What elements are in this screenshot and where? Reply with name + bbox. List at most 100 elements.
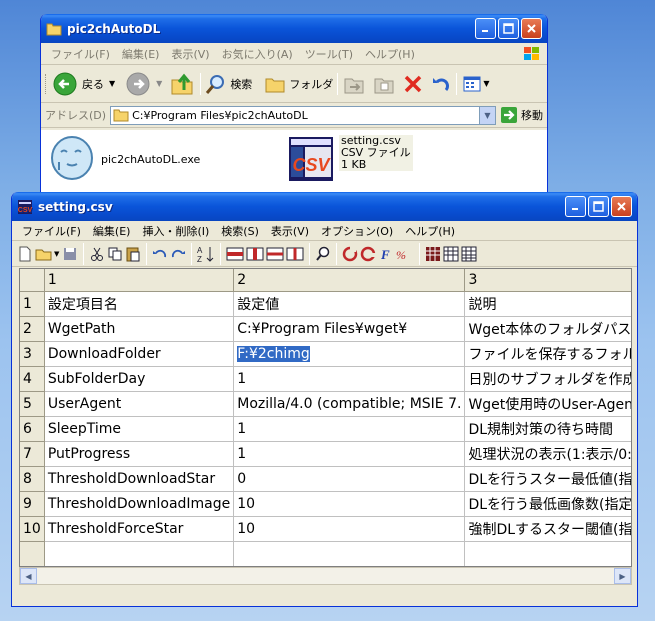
row-header[interactable]: 5 xyxy=(20,391,45,417)
table-cell[interactable]: 10 xyxy=(233,516,466,542)
table-cell[interactable]: 処理状況の表示(1:表示/0:非表示) xyxy=(464,441,631,467)
table-lines-icon[interactable] xyxy=(460,245,478,263)
table-cell[interactable]: Wget本体のフォルダパス xyxy=(464,316,631,342)
go-button[interactable]: 移動 xyxy=(500,106,543,124)
delete-icon[interactable] xyxy=(402,73,424,95)
open-folder-icon[interactable] xyxy=(34,245,54,263)
menu-edit[interactable]: 編集(E) xyxy=(116,46,166,62)
formula-icon[interactable]: % xyxy=(395,245,415,263)
copy-icon[interactable] xyxy=(106,245,124,263)
reload-icon[interactable] xyxy=(359,245,377,263)
table-cell[interactable]: 設定項目名 xyxy=(44,291,235,317)
delete-row-icon[interactable] xyxy=(265,245,285,263)
editor-title-bar[interactable]: CSV setting.csv xyxy=(12,192,637,221)
horizontal-scrollbar[interactable]: ◀ ▶ xyxy=(19,567,632,585)
undo-icon[interactable] xyxy=(430,73,452,95)
scroll-right-icon[interactable]: ▶ xyxy=(614,568,631,584)
new-file-icon[interactable] xyxy=(16,245,34,263)
row-header[interactable]: 1 xyxy=(20,291,45,317)
table-cell[interactable]: Wget使用時のUser-Agent xyxy=(464,391,631,417)
menu-favorites[interactable]: お気に入り(A) xyxy=(216,46,299,62)
menu-help[interactable]: ヘルプ(H) xyxy=(399,223,461,239)
table-cell[interactable]: 1 xyxy=(233,366,466,392)
menu-search[interactable]: 検索(S) xyxy=(215,223,265,239)
table-cell[interactable]: Mozilla/4.0 (compatible; MSIE 7. xyxy=(233,391,466,417)
menu-insert-delete[interactable]: 挿入・削除(I) xyxy=(136,223,215,239)
table-cell[interactable]: 1 xyxy=(233,416,466,442)
undo-icon[interactable] xyxy=(151,245,169,263)
menu-tools[interactable]: ツール(T) xyxy=(299,46,359,62)
table-cell[interactable]: DL規制対策の待ち時間 xyxy=(464,416,631,442)
redo-icon[interactable] xyxy=(169,245,187,263)
table-cell[interactable]: DLを行うスター最低値(指定値未満のスレ xyxy=(464,466,631,492)
table-cell[interactable]: 1 xyxy=(233,441,466,467)
row-header[interactable]: 8 xyxy=(20,466,45,492)
table-cell[interactable]: DownloadFolder xyxy=(44,341,235,367)
save-icon[interactable] xyxy=(61,245,79,263)
column-header[interactable]: 3 xyxy=(464,269,631,292)
grid-icon[interactable] xyxy=(424,245,442,263)
row-header[interactable]: 7 xyxy=(20,441,45,467)
csv-grid[interactable]: 1 2 3 1 設定項目名 設定値 説明 2 WgetPath C:¥Progr… xyxy=(19,268,632,567)
up-folder-button[interactable] xyxy=(170,72,196,96)
table-cell[interactable] xyxy=(464,541,631,566)
selected-cell[interactable]: F:¥2chimg xyxy=(233,341,466,367)
folders-button[interactable]: フォルダ xyxy=(264,74,333,94)
menu-view[interactable]: 表示(V) xyxy=(265,223,315,239)
table-cell[interactable]: UserAgent xyxy=(44,391,235,417)
table-cell[interactable]: PutProgress xyxy=(44,441,235,467)
copy-to-icon[interactable] xyxy=(372,73,396,95)
menu-options[interactable]: オプション(O) xyxy=(315,223,399,239)
address-input[interactable]: C:¥Program Files¥pic2chAutoDL ▼ xyxy=(110,105,496,125)
address-dropdown-button[interactable]: ▼ xyxy=(479,106,495,124)
close-button[interactable] xyxy=(521,18,542,39)
back-button[interactable]: 戻る ▼ xyxy=(52,71,115,97)
find-icon[interactable] xyxy=(314,245,332,263)
chevron-down-icon[interactable]: ▼ xyxy=(483,79,489,88)
table-view-icon[interactable] xyxy=(442,245,460,263)
table-cell[interactable] xyxy=(44,541,235,566)
column-header[interactable]: 2 xyxy=(233,269,466,292)
table-cell[interactable]: 設定値 xyxy=(233,291,466,317)
table-cell[interactable]: 強制DLするスター閾値(指定値以上のスレ xyxy=(464,516,631,542)
table-cell[interactable]: DLを行う最低画像数(指定値未満のスレは xyxy=(464,491,631,517)
menu-help[interactable]: ヘルプ(H) xyxy=(359,46,421,62)
cut-icon[interactable] xyxy=(88,245,106,263)
row-header[interactable]: 3 xyxy=(20,341,45,367)
table-cell[interactable]: 0 xyxy=(233,466,466,492)
close-button[interactable] xyxy=(611,196,632,217)
corner-cell[interactable] xyxy=(20,269,45,292)
table-cell[interactable]: 説明 xyxy=(464,291,631,317)
sort-ascending-icon[interactable]: AZ xyxy=(196,244,216,264)
minimize-button[interactable] xyxy=(565,196,586,217)
table-cell[interactable]: ThresholdDownloadStar xyxy=(44,466,235,492)
function-icon[interactable]: F xyxy=(377,245,395,263)
chevron-down-icon[interactable]: ▼ xyxy=(54,250,59,258)
search-button[interactable]: 検索 xyxy=(205,73,252,95)
menu-edit[interactable]: 編集(E) xyxy=(87,223,137,239)
move-to-icon[interactable] xyxy=(342,73,366,95)
row-header[interactable]: 6 xyxy=(20,416,45,442)
table-cell[interactable]: C:¥Program Files¥wget¥ xyxy=(233,316,466,342)
table-cell[interactable] xyxy=(233,541,466,566)
table-cell[interactable]: ThresholdDownloadImage xyxy=(44,491,235,517)
row-header[interactable]: 9 xyxy=(20,491,45,517)
row-header[interactable]: 10 xyxy=(20,516,45,542)
row-header[interactable]: 2 xyxy=(20,316,45,342)
table-cell[interactable]: SubFolderDay xyxy=(44,366,235,392)
menu-file[interactable]: ファイル(F) xyxy=(16,223,87,239)
maximize-button[interactable] xyxy=(588,196,609,217)
table-cell[interactable]: SleepTime xyxy=(44,416,235,442)
paste-icon[interactable] xyxy=(124,245,142,263)
insert-column-icon[interactable] xyxy=(245,245,265,263)
row-header[interactable]: 4 xyxy=(20,366,45,392)
explorer-title-bar[interactable]: pic2chAutoDL xyxy=(41,14,547,43)
column-header[interactable]: 1 xyxy=(44,269,235,292)
table-cell[interactable]: ファイルを保存するフォルダ xyxy=(464,341,631,367)
delete-column-icon[interactable] xyxy=(285,245,305,263)
menu-file[interactable]: ファイル(F) xyxy=(45,46,116,62)
insert-row-icon[interactable] xyxy=(225,245,245,263)
table-cell[interactable]: WgetPath xyxy=(44,316,235,342)
minimize-button[interactable] xyxy=(475,18,496,39)
table-cell[interactable]: ThresholdForceStar xyxy=(44,516,235,542)
